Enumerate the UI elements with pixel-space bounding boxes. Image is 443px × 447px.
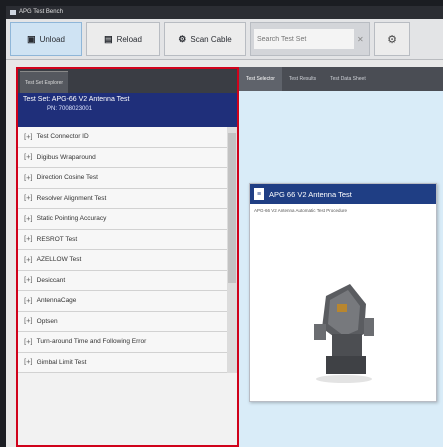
expand-icon[interactable]: [+] — [23, 276, 34, 284]
tree-item[interactable]: [+] Test Connector ID — [18, 127, 227, 148]
expand-icon[interactable]: [+] — [23, 153, 34, 161]
tree-item[interactable]: [+] Resolver Alignment Test — [18, 188, 227, 209]
expand-icon[interactable]: [+] — [23, 317, 34, 325]
scrollbar-thumb[interactable] — [228, 133, 236, 283]
scan-icon: ⚙ — [178, 33, 187, 44]
unload-icon: ▣ — [27, 33, 36, 44]
test-card[interactable]: ≡ APG 66 V2 Antenna Test APG-66 V2 Anten… — [249, 183, 437, 402]
tree-item[interactable]: [+] Optsen — [18, 311, 227, 332]
tree-item-label: AZELLOW Test — [36, 256, 82, 264]
search-box: ✕ — [250, 22, 370, 56]
antenna-image — [314, 284, 374, 383]
settings-button[interactable]: ⚙ — [374, 22, 410, 56]
test-tree: [+] Test Connector ID [+] Digibus Wraparou… — [18, 127, 237, 373]
main-panel: Test Selector Test Results Test Data She… — [239, 67, 443, 447]
app-window: APG Test Bench ▣ Unload ▤ Reload ⚙ Scan … — [6, 6, 443, 447]
expand-icon[interactable]: [+] — [23, 174, 34, 182]
card-title: APG 66 V2 Antenna Test — [269, 189, 352, 199]
tree-item-label: Digibus Wraparound — [36, 153, 96, 161]
scan-label: Scan Cable — [190, 34, 232, 44]
search-input[interactable] — [254, 29, 354, 49]
tree-item-label: Turn-around Time and Following Error — [36, 338, 147, 346]
reload-label: Reload — [116, 34, 142, 44]
explorer-tabbar: Test Set Explorer — [18, 69, 237, 93]
toolbar: ▣ Unload ▤ Reload ⚙ Scan Cable ✕ ⚙ — [6, 19, 443, 60]
settings-icon: ⚙ — [387, 33, 397, 46]
expand-icon[interactable]: [+] — [23, 358, 34, 366]
tree-item-label: Static Pointing Accuracy — [36, 215, 107, 223]
tree-item-label: Resolver Alignment Test — [36, 194, 107, 202]
reload-button[interactable]: ▤ Reload — [86, 22, 160, 56]
tree-item-label: Test Connector ID — [36, 133, 89, 141]
tree-item[interactable]: [+] Static Pointing Accuracy — [18, 209, 227, 230]
expand-icon[interactable]: [+] — [23, 194, 34, 202]
card-description: APG-66 V2 Antenna Automatic Test Procedu… — [254, 208, 347, 213]
tree-item[interactable]: [+] Gimbal Limit Test — [18, 352, 227, 373]
tree-item[interactable]: [+] Direction Cosine Test — [18, 168, 227, 189]
tree-item[interactable]: [+] AZELLOW Test — [18, 250, 227, 271]
testset-header[interactable]: Test Set: APG-66 V2 Antenna Test PN: 700… — [18, 93, 237, 127]
tree-item[interactable]: [+] Turn-around Time and Following Error — [18, 332, 227, 353]
expand-icon[interactable]: [+] — [23, 133, 34, 141]
expand-icon[interactable]: [+] — [23, 297, 34, 305]
tab-test-selector[interactable]: Test Selector — [239, 67, 282, 91]
tab-test-results[interactable]: Test Results — [282, 67, 323, 91]
tree-item[interactable]: [+] Digibus Wraparound — [18, 147, 227, 168]
expand-icon[interactable]: [+] — [23, 256, 34, 264]
clear-search-icon[interactable]: ✕ — [357, 35, 364, 44]
tree-item-label: AntennaCage — [36, 297, 77, 305]
tree-scrollbar[interactable] — [227, 127, 237, 373]
app-icon — [10, 10, 16, 15]
tree-item-label: Optsen — [36, 317, 58, 325]
tree-item[interactable]: [+] AntennaCage — [18, 291, 227, 312]
title-bar: APG Test Bench — [6, 6, 443, 19]
main-tabbar: Test Selector Test Results Test Data She… — [239, 67, 443, 91]
document-icon: ≡ — [254, 188, 264, 200]
tab-test-set-explorer[interactable]: Test Set Explorer — [20, 71, 69, 93]
tree-item-label: RESROT Test — [36, 235, 78, 243]
tree-item-label: Direction Cosine Test — [36, 174, 98, 182]
card-header: ≡ APG 66 V2 Antenna Test — [250, 184, 436, 204]
testset-pn: PN: 7008023001 — [47, 106, 93, 112]
reload-icon: ▤ — [104, 33, 113, 44]
expand-icon[interactable]: [+] — [23, 215, 34, 223]
expand-icon[interactable]: [+] — [23, 235, 34, 243]
tree-item[interactable]: [+] Desiccant — [18, 270, 227, 291]
tree-item-label: Gimbal Limit Test — [36, 358, 87, 366]
tab-test-data-sheet[interactable]: Test Data Sheet — [323, 67, 373, 91]
tree-item[interactable]: [+] RESROT Test — [18, 229, 227, 250]
test-set-explorer: Test Set Explorer Test Set: APG-66 V2 An… — [16, 67, 239, 447]
testset-title: Test Set: APG-66 V2 Antenna Test — [23, 96, 130, 103]
tree-item-label: Desiccant — [36, 276, 66, 284]
expand-icon[interactable]: [+] — [23, 338, 34, 346]
unload-button[interactable]: ▣ Unload — [10, 22, 82, 56]
window-title: APG Test Bench — [19, 9, 63, 15]
scan-cable-button[interactable]: ⚙ Scan Cable — [164, 22, 246, 56]
unload-label: Unload — [39, 34, 65, 44]
